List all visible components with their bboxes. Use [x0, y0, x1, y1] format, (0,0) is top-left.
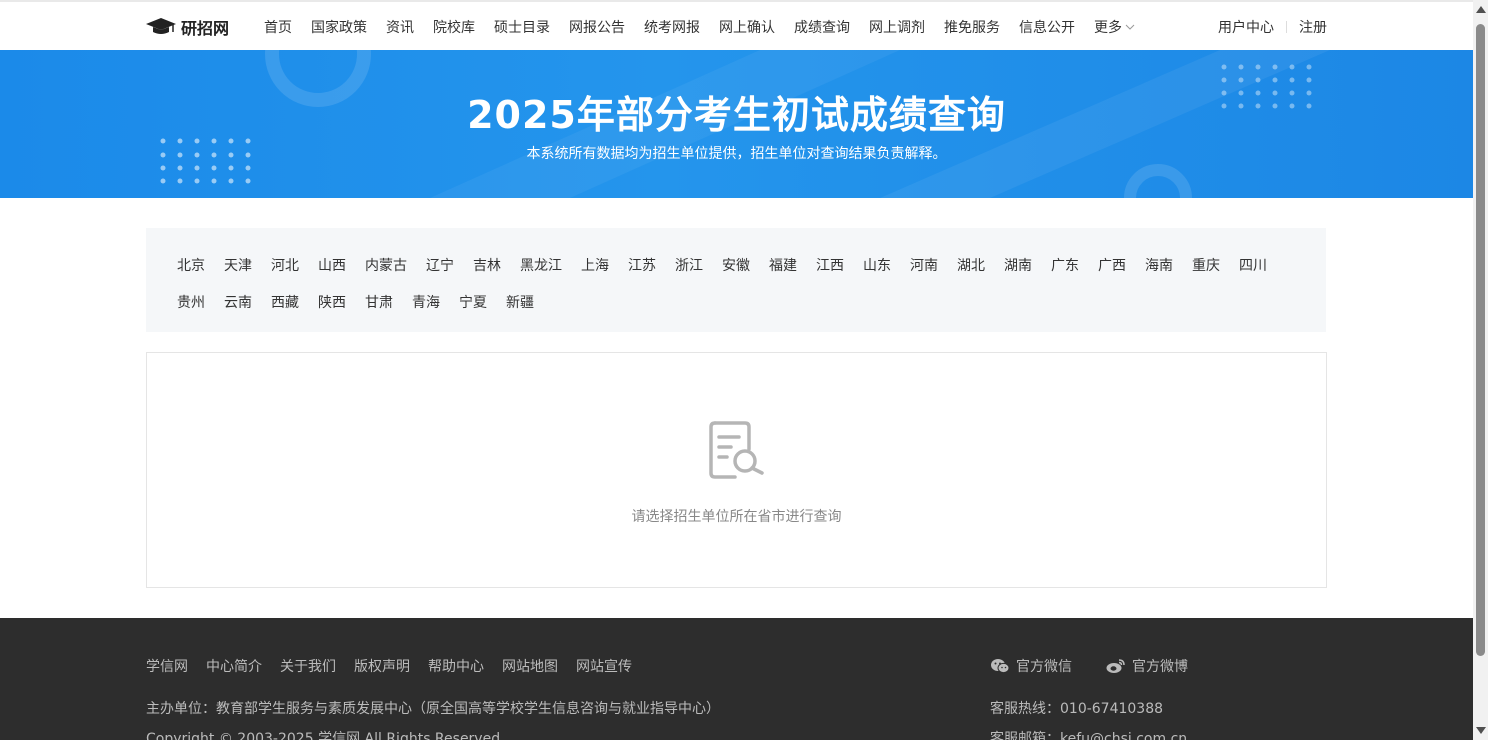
province-anhui[interactable]: 安徽	[722, 255, 750, 275]
document-search-icon	[709, 421, 764, 479]
register-link[interactable]: 注册	[1299, 17, 1327, 37]
footer-email: 客服邮箱：kefu@chsi.com.cn	[990, 731, 1188, 740]
province-inner-mongolia[interactable]: 内蒙古	[365, 255, 407, 275]
footer-host-info: 主办单位：教育部学生服务与素质发展中心（原全国高等学校学生信息咨询与就业指导中心…	[146, 701, 720, 717]
province-beijing[interactable]: 北京	[177, 255, 205, 275]
hero-banner: 2025年部分考生初试成绩查询 本系统所有数据均为招生单位提供，招生单位对查询结…	[0, 50, 1473, 198]
province-liaoning[interactable]: 辽宁	[426, 255, 454, 275]
province-row: 北京 天津 河北 山西 内蒙古 辽宁 吉林 黑龙江 上海 江苏 浙江 安徽 福建…	[177, 246, 1306, 283]
province-shaanxi[interactable]: 陕西	[318, 292, 346, 312]
province-guizhou[interactable]: 贵州	[177, 292, 205, 312]
province-ningxia[interactable]: 宁夏	[459, 292, 487, 312]
footer-copyright: Copyright © 2003-2025 学信网 All Rights Res…	[146, 731, 501, 740]
divider	[1286, 21, 1287, 33]
province-shanxi[interactable]: 山西	[318, 255, 346, 275]
province-jiangxi[interactable]: 江西	[816, 255, 844, 275]
weibo-link[interactable]: 官方微博	[1106, 656, 1188, 676]
province-guangdong[interactable]: 广东	[1051, 255, 1079, 275]
footer-link-sitemap[interactable]: 网站地图	[502, 656, 558, 676]
nav-item-unified-registration[interactable]: 统考网报	[644, 17, 700, 37]
footer-link-about-us[interactable]: 关于我们	[280, 656, 336, 676]
more-label: 更多	[1094, 20, 1122, 36]
province-gansu[interactable]: 甘肃	[365, 292, 393, 312]
scroll-up-arrow-icon[interactable]	[1476, 6, 1486, 13]
page-title: 2025年部分考生初试成绩查询	[467, 93, 1006, 137]
site-logo[interactable]: 研招网	[146, 16, 229, 38]
user-center-link[interactable]: 用户中心	[1218, 17, 1274, 37]
footer-link-chsi[interactable]: 学信网	[146, 656, 188, 676]
nav-item-policy[interactable]: 国家政策	[311, 17, 367, 37]
footer-hotline: 客服热线：010-67410388	[990, 701, 1164, 717]
nav-item-school-library[interactable]: 院校库	[433, 17, 475, 37]
empty-state-message: 请选择招生单位所在省市进行查询	[631, 509, 842, 525]
province-chongqing[interactable]: 重庆	[1192, 255, 1220, 275]
scroll-down-arrow-icon[interactable]	[1476, 727, 1486, 734]
province-zhejiang[interactable]: 浙江	[675, 255, 703, 275]
logo-text: 研招网	[181, 19, 230, 38]
province-tianjin[interactable]: 天津	[224, 255, 252, 275]
page: 研招网 首页 国家政策 资讯 院校库 硕士目录 网报公告 统考网报 网上确认 成…	[0, 0, 1473, 740]
province-hubei[interactable]: 湖北	[957, 255, 985, 275]
footer-links: 学信网 中心简介 关于我们 版权声明 帮助中心 网站地图 网站宣传	[146, 656, 650, 676]
nav-item-info-disclosure[interactable]: 信息公开	[1019, 17, 1075, 37]
province-hainan[interactable]: 海南	[1145, 255, 1173, 275]
nav-item-registration-notice[interactable]: 网报公告	[569, 17, 625, 37]
scroll-thumb[interactable]	[1476, 24, 1485, 656]
weibo-icon	[1106, 659, 1125, 673]
province-xinjiang[interactable]: 新疆	[506, 292, 534, 312]
province-tibet[interactable]: 西藏	[271, 292, 299, 312]
wechat-link[interactable]: 官方微信	[990, 656, 1072, 676]
result-panel: 请选择招生单位所在省市进行查询	[146, 352, 1327, 588]
province-sichuan[interactable]: 四川	[1239, 255, 1267, 275]
vertical-scrollbar[interactable]	[1473, 0, 1488, 740]
nav-item-news[interactable]: 资讯	[386, 17, 414, 37]
province-selector: 北京 天津 河北 山西 内蒙古 辽宁 吉林 黑龙江 上海 江苏 浙江 安徽 福建…	[146, 228, 1326, 332]
province-shanghai[interactable]: 上海	[581, 255, 609, 275]
weibo-label: 官方微博	[1132, 659, 1188, 675]
main-nav: 首页 国家政策 资讯 院校库 硕士目录 网报公告 统考网报 网上确认 成绩查询 …	[264, 17, 1154, 37]
footer-link-help[interactable]: 帮助中心	[428, 656, 484, 676]
province-shandong[interactable]: 山东	[863, 255, 891, 275]
nav-item-recommendation[interactable]: 推免服务	[944, 17, 1000, 37]
province-guangxi[interactable]: 广西	[1098, 255, 1126, 275]
province-yunnan[interactable]: 云南	[224, 292, 252, 312]
province-jilin[interactable]: 吉林	[473, 255, 501, 275]
nav-item-online-adjustment[interactable]: 网上调剂	[869, 17, 925, 37]
province-hebei[interactable]: 河北	[271, 255, 299, 275]
province-jiangsu[interactable]: 江苏	[628, 255, 656, 275]
footer-link-copyright[interactable]: 版权声明	[354, 656, 410, 676]
wechat-label: 官方微信	[1016, 659, 1072, 675]
chevron-down-icon	[1125, 24, 1135, 30]
wechat-icon	[991, 659, 1010, 674]
page-subtitle: 本系统所有数据均为招生单位提供，招生单位对查询结果负责解释。	[526, 146, 947, 162]
nav-item-score-query[interactable]: 成绩查询	[794, 17, 850, 37]
top-navbar: 研招网 首页 国家政策 资讯 院校库 硕士目录 网报公告 统考网报 网上确认 成…	[0, 0, 1473, 50]
footer: 学信网 中心简介 关于我们 版权声明 帮助中心 网站地图 网站宣传 主办单位：教…	[0, 618, 1473, 740]
nav-item-home[interactable]: 首页	[264, 17, 292, 37]
graduation-cap-icon	[146, 18, 176, 34]
nav-item-more[interactable]: 更多	[1094, 17, 1135, 37]
footer-link-promotion[interactable]: 网站宣传	[576, 656, 632, 676]
footer-social: 官方微信 官方微博	[990, 656, 1222, 676]
province-fujian[interactable]: 福建	[769, 255, 797, 275]
province-row: 贵州 云南 西藏 陕西 甘肃 青海 宁夏 新疆	[177, 283, 1306, 320]
nav-item-master-catalog[interactable]: 硕士目录	[494, 17, 550, 37]
nav-item-online-confirmation[interactable]: 网上确认	[719, 17, 775, 37]
province-henan[interactable]: 河南	[910, 255, 938, 275]
user-links: 用户中心 注册	[1218, 17, 1327, 37]
province-qinghai[interactable]: 青海	[412, 292, 440, 312]
footer-link-about-center[interactable]: 中心简介	[206, 656, 262, 676]
province-heilongjiang[interactable]: 黑龙江	[520, 255, 562, 275]
province-hunan[interactable]: 湖南	[1004, 255, 1032, 275]
